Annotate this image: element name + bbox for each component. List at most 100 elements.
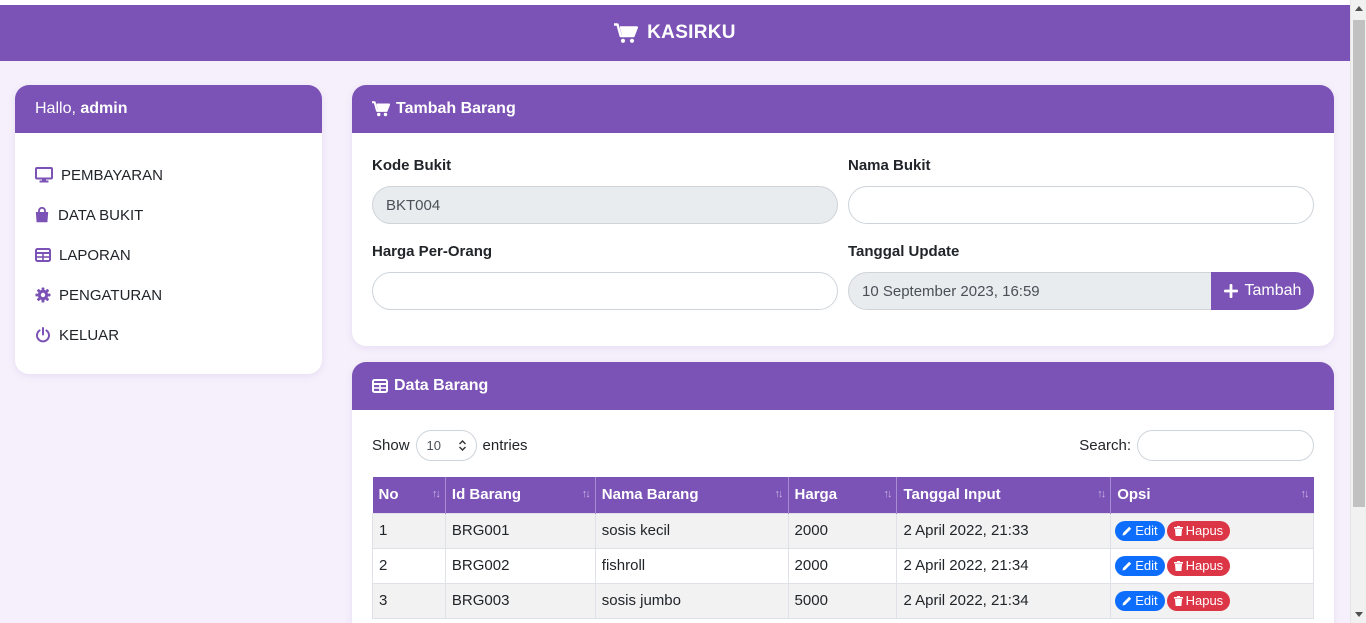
- cell-no: 2: [372, 547, 446, 584]
- harga-label: Harga Per-Orang: [372, 243, 493, 260]
- search-control: Search:: [1079, 430, 1314, 461]
- nama-input[interactable]: [848, 186, 1314, 224]
- cart-icon: [372, 101, 390, 117]
- app-title: KASIRKU: [647, 22, 736, 43]
- hapus-button[interactable]: Hapus: [1166, 555, 1231, 576]
- cell-nama: fishroll: [594, 547, 789, 584]
- sidebar-item-data-bukit[interactable]: DATA BUKIT: [35, 195, 302, 235]
- power-icon: [35, 327, 59, 343]
- cell-opsi: Edit Hapus: [1110, 547, 1314, 584]
- search-input[interactable]: [1137, 430, 1314, 461]
- scroll-thumb[interactable]: [1353, 20, 1365, 507]
- cell-id: BRG002: [444, 547, 596, 584]
- table-row: 2 BRG002 fishroll 2000 2 April 2022, 21:…: [372, 547, 1314, 584]
- scroll-down-arrow-icon[interactable]: [1351, 606, 1366, 623]
- scrollbar[interactable]: [1350, 0, 1366, 623]
- sort-icon: ↑↓: [581, 488, 591, 500]
- show-label: Show: [372, 437, 410, 454]
- cell-nama: sosis jumbo: [594, 582, 789, 619]
- column-header-id[interactable]: Id Barang ↑↓: [445, 477, 596, 513]
- scroll-up-arrow-icon[interactable]: [1351, 0, 1366, 17]
- harga-input[interactable]: [372, 272, 838, 310]
- tanggal-label: Tanggal Update: [848, 243, 960, 260]
- sidebar: Hallo, admin PEMBAYARAN DATA BUKIT LAPOR…: [15, 85, 322, 374]
- table-row: 3 BRG003 sosis jumbo 5000 2 April 2022, …: [372, 582, 1314, 619]
- sort-icon: ↑↓: [1097, 488, 1106, 500]
- edit-button[interactable]: Edit: [1115, 555, 1165, 576]
- cell-opsi: Edit Hapus: [1110, 582, 1314, 619]
- length-control: Show 10 entries: [372, 430, 528, 461]
- sidebar-item-label: KELUAR: [59, 326, 120, 344]
- sidebar-header: Hallo, admin: [15, 85, 322, 133]
- table-controls: Show 10 entries Search:: [352, 410, 1334, 474]
- hapus-button[interactable]: Hapus: [1166, 590, 1231, 611]
- tanggal-input[interactable]: 10 September 2023, 16:59: [848, 272, 1212, 310]
- sidebar-item-pengaturan[interactable]: PENGATURAN: [35, 275, 302, 315]
- column-header-harga[interactable]: Harga ↑↓: [788, 477, 898, 513]
- sidebar-item-keluar[interactable]: KELUAR: [35, 315, 302, 355]
- column-header-nama[interactable]: Nama Barang ↑↓: [595, 477, 789, 513]
- username: admin: [80, 100, 128, 117]
- plus-icon: [1223, 284, 1238, 298]
- table-header-row: No ↑↓ Id Barang ↑↓ Nama Barang ↑↓ Harga ↑↓ T…: [372, 477, 1314, 513]
- cell-no: 3: [372, 582, 446, 619]
- bag-icon: [35, 207, 58, 223]
- sort-icon: ↑↓: [431, 488, 441, 500]
- form-title: Tambah Barang: [396, 100, 516, 117]
- edit-button[interactable]: Edit: [1115, 590, 1165, 611]
- cell-nama: sosis kecil: [594, 512, 789, 549]
- sidebar-item-label: DATA BUKIT: [58, 206, 144, 224]
- kode-label: Kode Bukit: [372, 157, 452, 174]
- tambah-button[interactable]: Tambah: [1211, 272, 1314, 310]
- pencil-icon: [1122, 596, 1132, 605]
- sidebar-item-label: PENGATURAN: [59, 286, 163, 304]
- pencil-icon: [1122, 526, 1132, 535]
- cell-harga: 2000: [787, 547, 898, 584]
- monitor-icon: [35, 167, 61, 183]
- trash-icon: [1173, 525, 1183, 536]
- column-header-tanggal[interactable]: Tanggal Input ↑↓: [896, 477, 1112, 513]
- kode-input[interactable]: BKT004: [372, 186, 838, 224]
- page-length-select[interactable]: 10: [415, 430, 477, 461]
- cell-id: BRG003: [444, 582, 596, 619]
- column-header-no[interactable]: No ↑↓: [372, 477, 446, 513]
- trash-icon: [1173, 560, 1183, 571]
- cell-id: BRG001: [444, 512, 596, 549]
- gear-icon: [35, 287, 59, 303]
- sidebar-item-pembayaran[interactable]: PEMBAYARAN: [35, 155, 302, 195]
- form-body: Kode Bukit BKT004 Nama Bukit Harga Per-O…: [352, 133, 1334, 346]
- table-icon: [372, 379, 388, 393]
- sidebar-menu: PEMBAYARAN DATA BUKIT LAPORAN PENGATURAN…: [15, 133, 322, 355]
- nama-label: Nama Bukit: [848, 157, 931, 174]
- form-header: Tambah Barang: [352, 85, 1334, 133]
- navbar: KASIRKU: [0, 5, 1350, 61]
- cell-tanggal: 2 April 2022, 21:33: [896, 512, 1112, 549]
- trash-icon: [1173, 595, 1183, 606]
- column-header-opsi[interactable]: Opsi ↑↓: [1110, 477, 1314, 513]
- table-row: 1 BRG001 sosis kecil 2000 2 April 2022, …: [372, 512, 1314, 549]
- data-header: Data Barang: [352, 362, 1334, 410]
- cell-tanggal: 2 April 2022, 21:34: [896, 582, 1112, 619]
- tanggal-group: 10 September 2023, 16:59 Tambah: [848, 272, 1314, 310]
- updown-icon: [458, 440, 466, 451]
- edit-button[interactable]: Edit: [1115, 520, 1165, 541]
- cart-icon: [614, 22, 639, 43]
- sidebar-item-label: LAPORAN: [59, 246, 131, 264]
- table-icon: [35, 248, 59, 262]
- sidebar-item-laporan[interactable]: LAPORAN: [35, 235, 302, 275]
- data-title: Data Barang: [394, 377, 489, 394]
- tambah-barang-card: Tambah Barang Kode Bukit BKT004 Nama Buk…: [352, 85, 1334, 346]
- search-label: Search:: [1079, 437, 1131, 454]
- sidebar-item-label: PEMBAYARAN: [61, 166, 163, 184]
- cell-harga: 5000: [787, 582, 898, 619]
- page-length-value: 10: [426, 438, 441, 453]
- sort-icon: ↑↓: [1300, 488, 1310, 500]
- pencil-icon: [1122, 561, 1132, 570]
- cell-harga: 2000: [787, 512, 898, 549]
- hapus-button[interactable]: Hapus: [1166, 520, 1231, 541]
- sort-icon: ↑↓: [774, 488, 784, 500]
- sort-icon: ↑↓: [883, 488, 892, 500]
- cell-tanggal: 2 April 2022, 21:34: [896, 547, 1112, 584]
- entries-label: entries: [482, 437, 528, 454]
- data-table: No ↑↓ Id Barang ↑↓ Nama Barang ↑↓ Harga ↑↓ T…: [372, 477, 1314, 619]
